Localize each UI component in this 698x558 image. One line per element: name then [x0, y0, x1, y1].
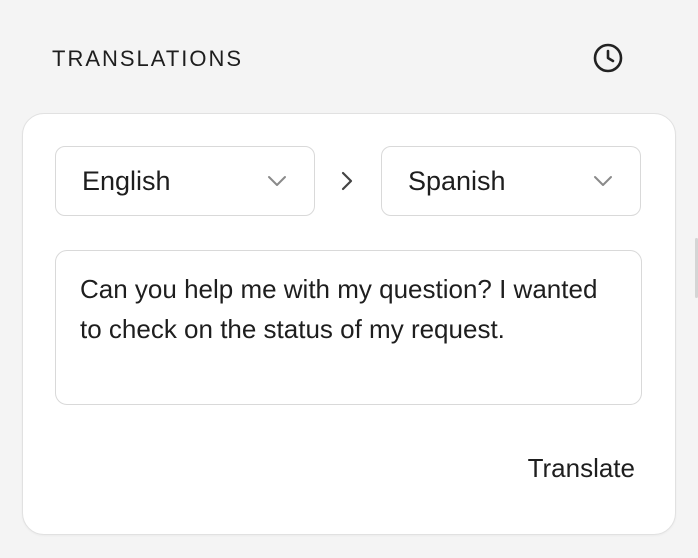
source-language-select[interactable]: English — [55, 146, 315, 216]
target-language-select[interactable]: Spanish — [381, 146, 641, 216]
panel-header: TRANSLATIONS — [52, 42, 632, 79]
chevron-down-icon — [592, 170, 614, 192]
clock-icon — [592, 42, 624, 79]
translate-button[interactable]: Translate — [485, 448, 635, 488]
source-language-label: English — [82, 165, 171, 196]
chevron-right-icon — [336, 170, 358, 192]
target-language-label: Spanish — [408, 165, 506, 196]
history-button[interactable] — [592, 42, 624, 79]
panel-title: TRANSLATIONS — [52, 46, 244, 71]
source-text-input[interactable]: Can you help me with my question? I want… — [55, 250, 642, 405]
chevron-down-icon — [266, 170, 288, 192]
translation-card: English Spanish Can you help me with my … — [22, 113, 676, 535]
